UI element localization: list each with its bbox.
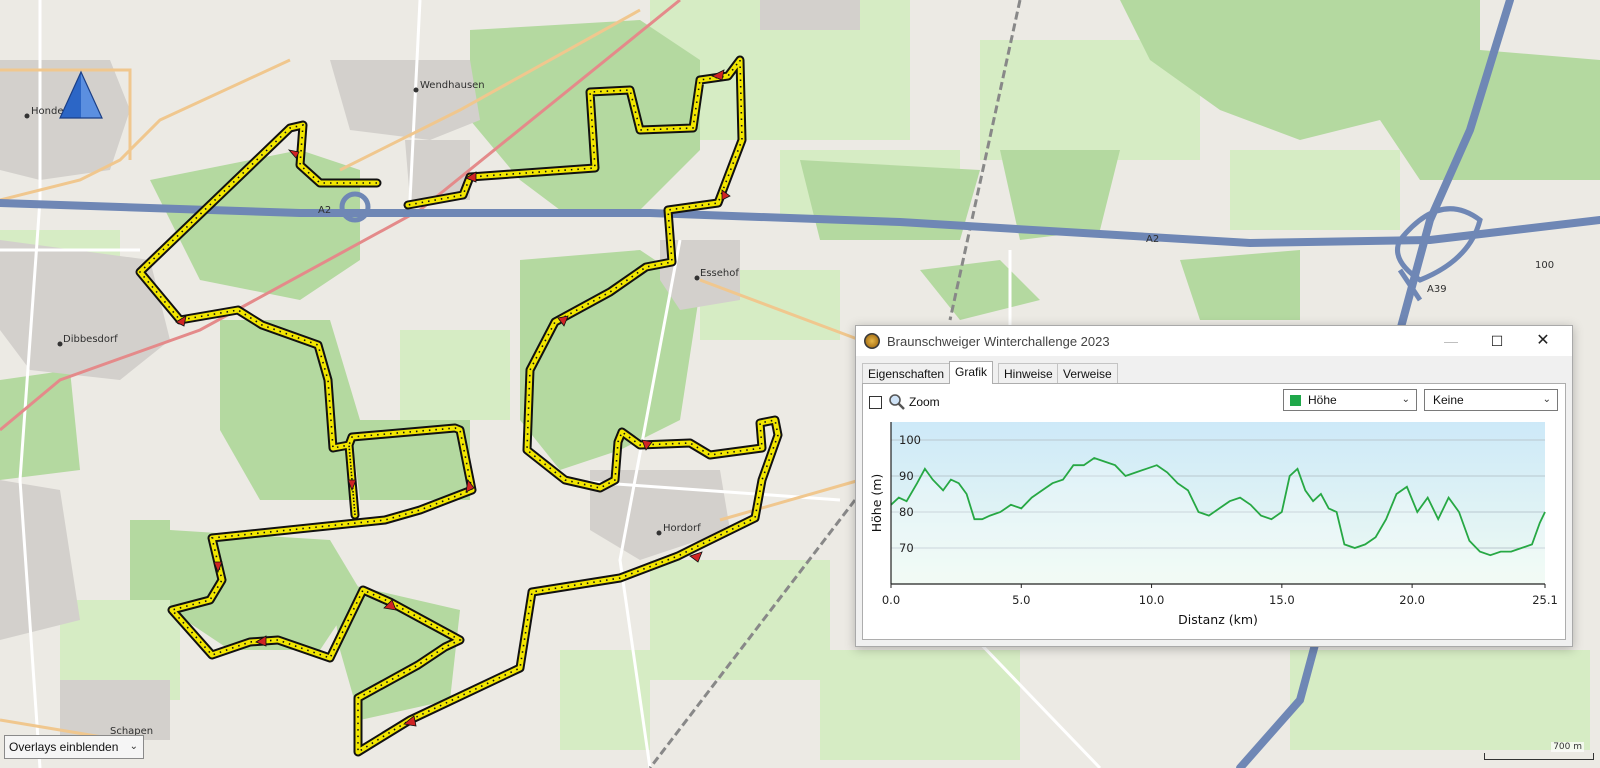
tab-verweise[interactable]: Verweise — [1057, 363, 1118, 383]
place-dot — [694, 275, 700, 281]
secondary-profile-dropdown[interactable]: Keine ⌄ — [1424, 389, 1558, 411]
x-tick-label: 20.0 — [1399, 593, 1425, 607]
magnifier-icon — [889, 394, 905, 410]
chevron-down-icon: ⌄ — [1542, 394, 1551, 405]
place-label-dibbesdorf: Dibbesdorf — [63, 334, 118, 345]
north-arrow-icon — [59, 70, 103, 119]
zoom-label: Zoom — [909, 395, 940, 409]
scale-bar-line — [1484, 753, 1594, 760]
place-dot — [24, 113, 30, 119]
road-label-a39: A39 — [1427, 284, 1447, 295]
track-properties-window[interactable]: Braunschweiger Winterchallenge 2023 — ☐ … — [855, 325, 1573, 647]
x-axis-label: Distanz (km) — [1178, 612, 1258, 627]
overlays-dropdown-label: Overlays einblenden — [9, 740, 119, 754]
place-label-hordorf: Hordorf — [663, 523, 701, 534]
profile-type-value: Höhe — [1308, 393, 1337, 407]
y-tick-label: 80 — [899, 505, 914, 519]
tab-hinweise[interactable]: Hinweise — [998, 363, 1059, 383]
secondary-profile-value: Keine — [1433, 393, 1464, 407]
chevron-down-icon: ⌄ — [129, 741, 138, 752]
x-tick-labels: 0.0 5.0 10.0 15.0 20.0 25.1 — [882, 584, 1558, 607]
x-tick-label: 15.0 — [1269, 593, 1295, 607]
y-tick-label: 100 — [899, 433, 921, 447]
x-tick-label: 10.0 — [1139, 593, 1165, 607]
graph-panel: Zoom Höhe ⌄ Keine ⌄ 70 80 90 100 0.0 5.0 — [862, 383, 1566, 640]
window-titlebar[interactable]: Braunschweiger Winterchallenge 2023 — ☐ … — [856, 326, 1572, 356]
tab-eigenschaften[interactable]: Eigenschaften — [862, 363, 951, 383]
road-label-a2-east: A2 — [1146, 234, 1159, 245]
chevron-down-icon: ⌄ — [1401, 394, 1410, 405]
tab-grafik[interactable]: Grafik — [949, 361, 994, 384]
x-tick-label: 25.1 — [1532, 593, 1558, 607]
color-swatch — [1290, 395, 1301, 406]
place-label-wendhausen: Wendhausen — [420, 80, 485, 91]
road-label-a2-west: A2 — [318, 205, 331, 216]
x-tick-label: 5.0 — [1012, 593, 1030, 607]
maximize-button[interactable]: ☐ — [1474, 326, 1520, 356]
place-dot — [57, 341, 63, 347]
scale-bar: 700 m — [1484, 742, 1596, 764]
road-label-100: 100 — [1535, 260, 1554, 271]
y-tick-label: 70 — [899, 541, 914, 555]
minimize-button[interactable]: — — [1428, 326, 1474, 356]
scale-label: 700 m — [1551, 742, 1584, 752]
x-tick-label: 0.0 — [882, 593, 900, 607]
place-dot — [656, 530, 662, 536]
place-label-essehof: Essehof — [700, 268, 739, 279]
window-title: Braunschweiger Winterchallenge 2023 — [887, 334, 1110, 349]
zoom-checkbox[interactable] — [869, 396, 882, 409]
y-tick-label: 90 — [899, 469, 914, 483]
overlays-dropdown[interactable]: Overlays einblenden ⌄ — [4, 735, 144, 759]
place-dot — [413, 87, 419, 93]
profile-type-dropdown[interactable]: Höhe ⌄ — [1283, 389, 1417, 411]
y-axis-label: Höhe (m) — [869, 474, 884, 533]
app-icon — [864, 333, 880, 349]
close-button[interactable]: ✕ — [1520, 326, 1566, 356]
elevation-chart[interactable]: 70 80 90 100 0.0 5.0 10.0 15.0 20.0 25.1 Höhe (m… — [863, 414, 1567, 636]
